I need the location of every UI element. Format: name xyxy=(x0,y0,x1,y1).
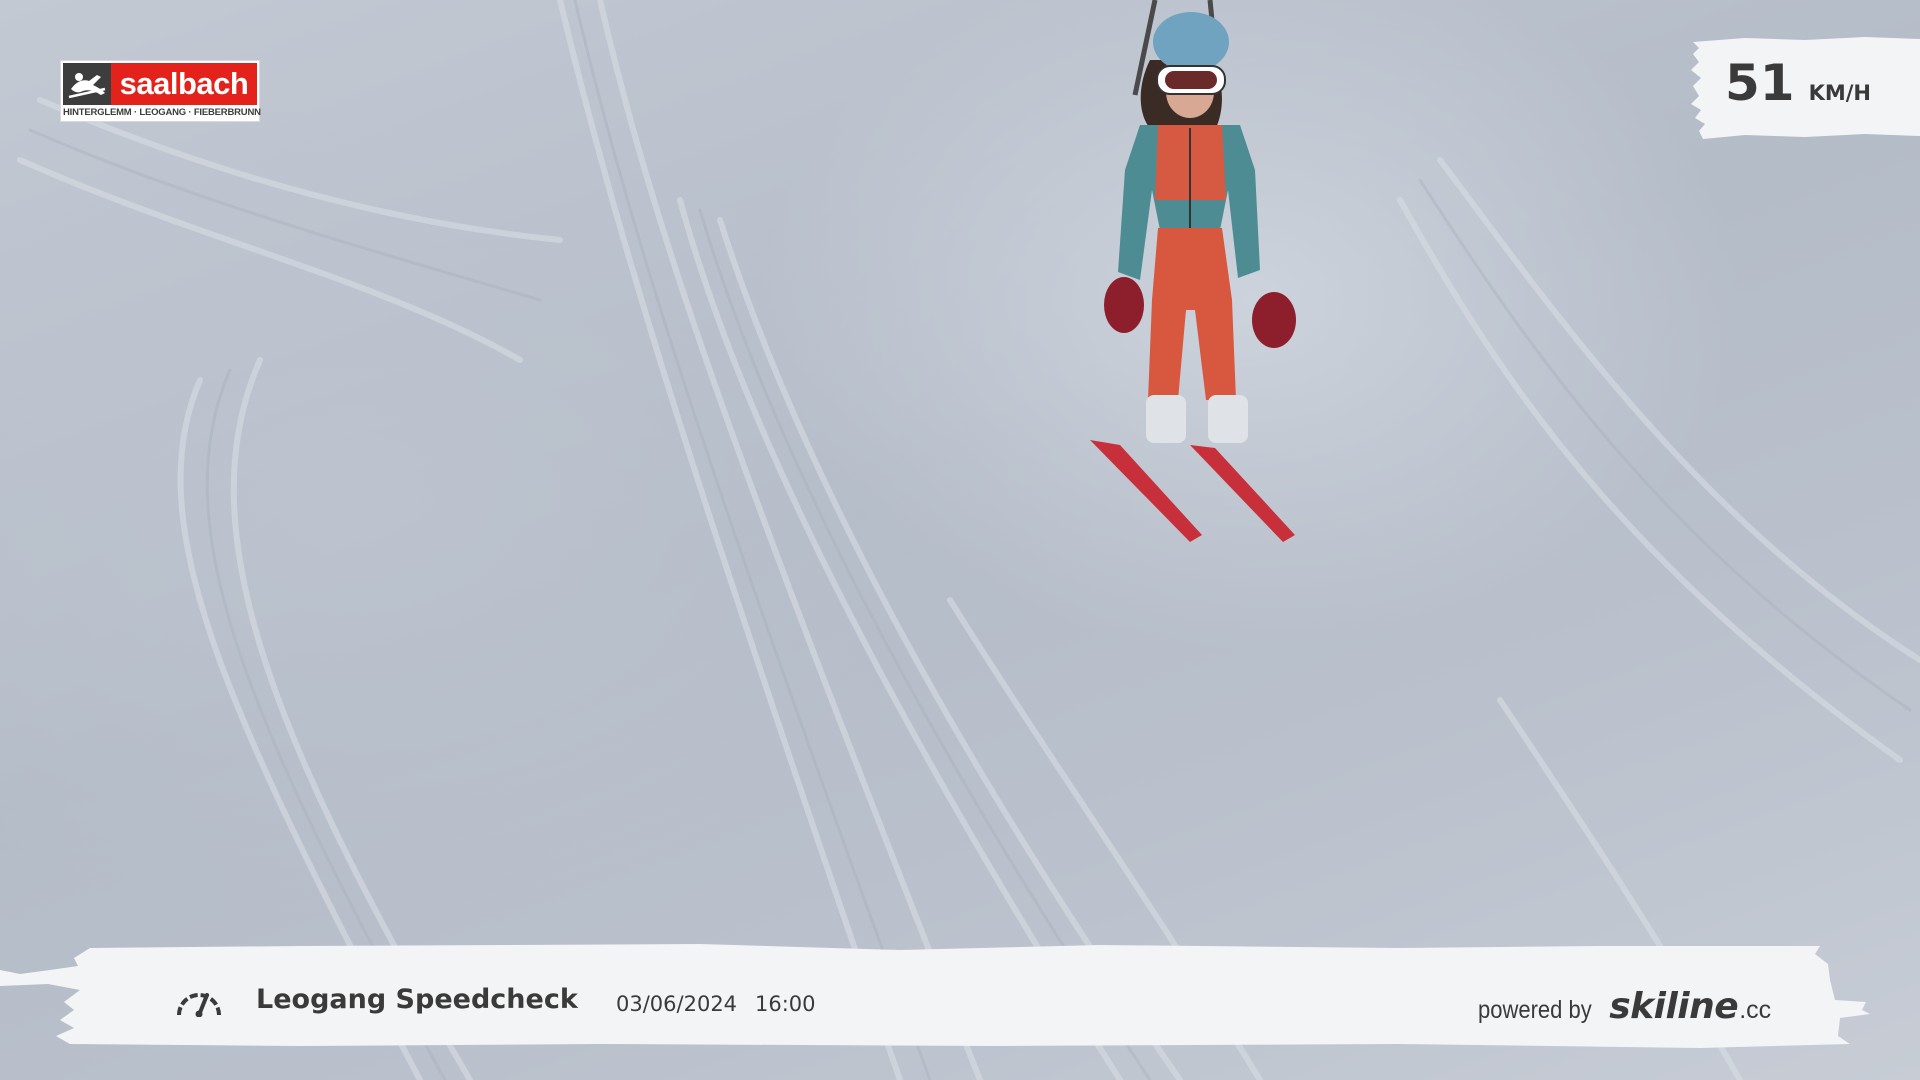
ski-tracks xyxy=(17,0,1920,1080)
powered-by-attribution[interactable]: powered by skiline .cc xyxy=(1478,986,1771,1027)
info-banner: Leogang Speedcheck 03/06/2024 16:00 powe… xyxy=(0,940,1920,1060)
logo-subtitle: HINTERGLEMM · LEOGANG · FIEBERBRUNN xyxy=(63,107,261,118)
logo-brand-text: saalbach xyxy=(111,63,257,105)
speed-badge: 51 KM/H xyxy=(1685,36,1920,140)
skiline-tld: .cc xyxy=(1739,996,1772,1024)
camera-time: 16:00 xyxy=(755,992,816,1016)
speed-unit: KM/H xyxy=(1808,81,1872,105)
speed-value: 51 xyxy=(1725,54,1795,112)
webcam-view: saalbach HINTERGLEMM · LEOGANG · FIEBERB… xyxy=(0,0,1920,1080)
camera-title: Leogang Speedcheck xyxy=(256,984,578,1015)
speedometer-icon xyxy=(177,993,221,1017)
skier-figure xyxy=(1090,0,1296,542)
resort-logo[interactable]: saalbach HINTERGLEMM · LEOGANG · FIEBERB… xyxy=(60,60,261,122)
skier-emblem-icon xyxy=(63,63,111,105)
skiline-brand: skiline xyxy=(1609,986,1739,1027)
camera-date: 03/06/2024 xyxy=(616,992,738,1016)
powered-by-text: powered by xyxy=(1478,996,1592,1024)
